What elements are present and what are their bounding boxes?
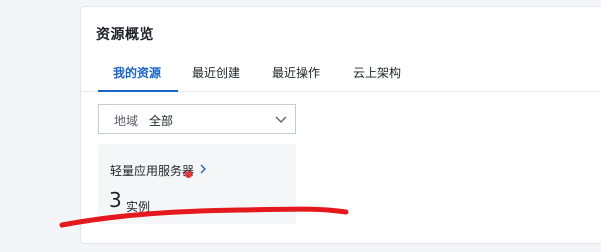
- status-dot-icon: [185, 171, 192, 178]
- tab-bar: 我的资源 最近创建 最近操作 云上架构: [81, 59, 601, 92]
- active-tab-indicator: [98, 90, 178, 92]
- tab-cloud-architecture[interactable]: 云上架构: [353, 64, 401, 81]
- page: 资源概览 我的资源 最近创建 最近操作 云上架构 地域 全部 轻量应用服务器 3…: [0, 0, 601, 252]
- tab-my-resources[interactable]: 我的资源: [113, 64, 161, 81]
- tab-recently-created[interactable]: 最近创建: [192, 64, 240, 81]
- chevron-down-icon: [275, 116, 287, 123]
- panel-title: 资源概览: [96, 27, 154, 43]
- region-select-value: 全部: [149, 114, 174, 128]
- tab-recently-operated[interactable]: 最近操作: [272, 64, 320, 81]
- region-select-label: 地域: [114, 114, 139, 128]
- resource-count: 3: [109, 188, 122, 212]
- resource-tile[interactable]: 轻量应用服务器 3 实例: [98, 144, 296, 224]
- resource-tile-title[interactable]: 轻量应用服务器: [110, 162, 194, 179]
- resource-unit: 实例: [126, 200, 151, 214]
- resource-overview-panel: 资源概览 我的资源 最近创建 最近操作 云上架构 地域 全部 轻量应用服务器 3…: [80, 6, 601, 244]
- region-select[interactable]: 地域 全部: [98, 104, 296, 134]
- chevron-right-icon[interactable]: [199, 164, 207, 174]
